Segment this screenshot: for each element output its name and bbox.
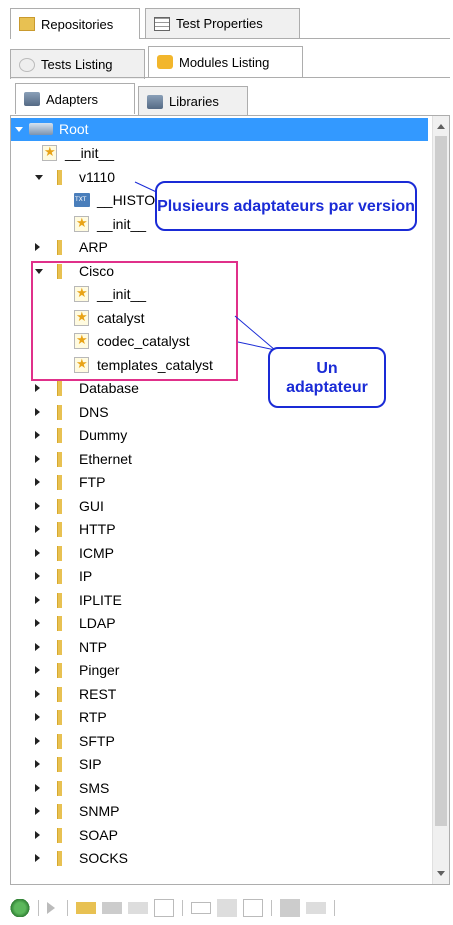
tab-adapters-label: Adapters — [46, 91, 99, 107]
callout-lines — [134, 181, 276, 351]
callout-adapter: Un adaptateur — [268, 347, 386, 408]
puzzle-icon — [157, 55, 173, 69]
tab-modules-listing-label: Modules Listing — [179, 54, 270, 70]
toolbar-separator — [67, 900, 68, 916]
copy-icon[interactable] — [217, 899, 237, 917]
toolbar-separator — [271, 900, 272, 916]
print-icon[interactable] — [280, 899, 300, 917]
run-icon[interactable] — [47, 902, 55, 914]
export-icon[interactable] — [306, 902, 326, 914]
adapters-icon — [24, 92, 40, 106]
toolbar-separator — [38, 900, 39, 916]
toolbar-separator — [334, 900, 335, 916]
open-icon[interactable] — [191, 902, 211, 914]
tab-modules-listing[interactable]: Modules Listing — [148, 46, 303, 77]
delete-folder-icon[interactable] — [102, 902, 122, 914]
tab-adapters[interactable]: Adapters — [15, 83, 135, 114]
rename-folder-icon[interactable] — [128, 902, 148, 914]
callout-versions: Plusieurs adaptateurs par version — [155, 181, 417, 231]
repositories-icon — [19, 17, 35, 31]
toolbar-separator — [182, 900, 183, 916]
paste-icon[interactable] — [243, 899, 263, 917]
new-file-icon[interactable] — [154, 899, 174, 917]
callout-versions-text: Plusieurs adaptateurs par version — [157, 197, 415, 215]
tab-repositories[interactable]: Repositories — [10, 8, 140, 39]
callout-adapter-text: Un adaptateur — [286, 359, 368, 396]
tab-repositories-label: Repositories — [41, 16, 114, 32]
bottom-toolbar — [10, 894, 450, 922]
new-folder-icon[interactable] — [76, 902, 96, 914]
refresh-icon[interactable] — [10, 899, 30, 917]
